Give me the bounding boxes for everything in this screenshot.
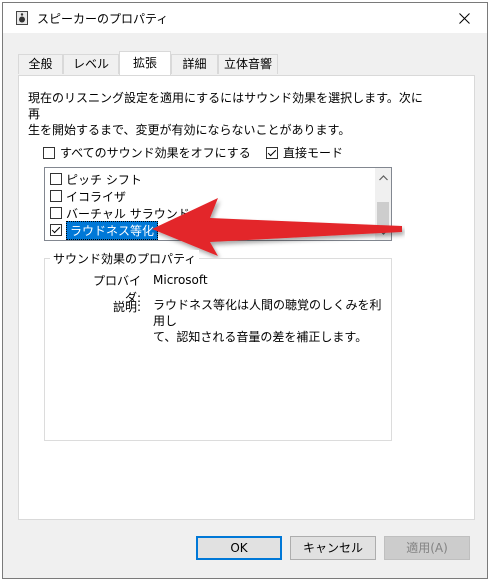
- effect-checkbox[interactable]: [50, 224, 62, 236]
- tab-levels[interactable]: レベル: [63, 54, 119, 74]
- tab-general[interactable]: 全般: [18, 54, 63, 74]
- close-button[interactable]: [441, 3, 487, 33]
- immediate-mode-label: 直接モード: [283, 146, 344, 160]
- list-item-selected[interactable]: ラウドネス等化: [50, 220, 159, 240]
- tab-enhancements[interactable]: 拡張: [119, 51, 171, 75]
- disable-all-effects-option[interactable]: すべてのサウンド効果をオフにする: [43, 144, 251, 161]
- effect-checkbox[interactable]: [50, 190, 62, 202]
- disable-all-effects-checkbox[interactable]: [43, 146, 55, 159]
- provider-value: Microsoft: [153, 273, 208, 287]
- description-line: 現在のリスニング設定を適用にするにはサウンド効果を選択します。次に再: [28, 91, 423, 121]
- effect-label: ピッチ シフト: [66, 172, 142, 187]
- effect-description-label: 説明:: [112, 300, 141, 314]
- ok-button[interactable]: OK: [196, 536, 282, 560]
- description-line: て、認知される音量の差を補正します。: [153, 330, 368, 344]
- effect-description-value: ラウドネス等化は人間の聴覚のしくみを利用し て、認知される音量の差を補正します。: [153, 297, 388, 345]
- close-icon: [458, 12, 470, 24]
- scroll-up-arrow-icon[interactable]: [375, 170, 391, 186]
- title-bar: スピーカーのプロパティ: [3, 3, 487, 33]
- tab-advanced[interactable]: 詳細: [171, 54, 218, 74]
- enhancements-description: 現在のリスニング設定を適用にするにはサウンド効果を選択します。次に再 生を開始す…: [28, 90, 428, 138]
- effect-checkbox[interactable]: [50, 173, 62, 185]
- list-item[interactable]: ピッチ シフト: [50, 171, 142, 187]
- description-line: ラウドネス等化は人間の聴覚のしくみを利用し: [153, 298, 382, 328]
- group-title: サウンド効果のプロパティ: [50, 250, 200, 267]
- immediate-mode-option[interactable]: 直接モード: [266, 144, 343, 161]
- apply-button[interactable]: 適用(A): [384, 536, 470, 560]
- annotation-arrow-icon: [152, 198, 402, 256]
- immediate-mode-checkbox[interactable]: [266, 146, 278, 159]
- speaker-icon: [16, 11, 28, 25]
- list-item[interactable]: イコライザ: [50, 188, 126, 204]
- tab-spatial-sound[interactable]: 立体音響: [218, 54, 278, 74]
- window-title: スピーカーのプロパティ: [37, 12, 169, 26]
- description-line: 生を開始するまで、変更が有効にならないことがあります。: [28, 123, 351, 137]
- effect-checkbox[interactable]: [50, 207, 62, 219]
- effect-label: ラウドネス等化: [66, 220, 159, 240]
- cancel-button[interactable]: キャンセル: [290, 536, 376, 560]
- disable-all-effects-label: すべてのサウンド効果をオフにする: [60, 146, 251, 160]
- effect-label: イコライザ: [66, 189, 127, 204]
